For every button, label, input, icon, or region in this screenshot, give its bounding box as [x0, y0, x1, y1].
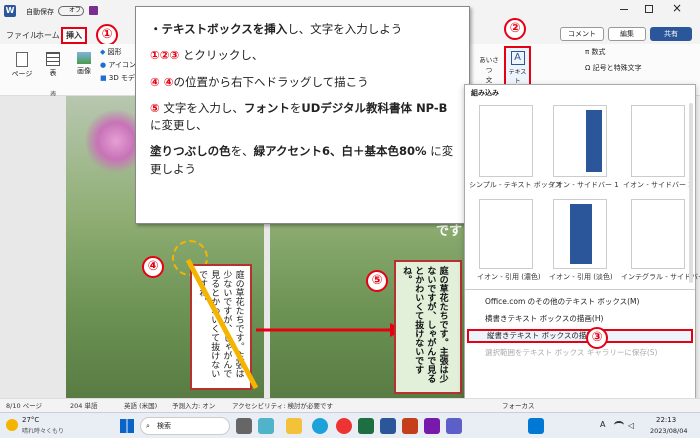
sidebar-band [586, 110, 602, 172]
table-button[interactable]: 表 [44, 52, 62, 78]
maximize-button[interactable] [645, 5, 653, 13]
instruction-line-5: 塗りつぶしの色を、緑アクセント6、白＋基本色80% に変更しよう [150, 144, 454, 176]
thumb-label-1: シンプル - テキスト ボックス [469, 181, 562, 189]
symbol-button[interactable]: Ω 記号と特殊文字 [585, 63, 642, 73]
drag-arrow [185, 258, 259, 390]
vscode-icon[interactable] [528, 418, 544, 434]
search-box[interactable]: ⌕ 検索 [140, 417, 230, 435]
thumb-label-4: イオン - 引用 (濃色) [477, 273, 541, 281]
textbox-icon: A [510, 51, 525, 65]
thumb-integral-sidebar[interactable] [631, 199, 685, 269]
taskbar: 27°C 晴れ時々くもり ⌕ 検索 A ◁ 22:13 2023/08/04 [0, 412, 700, 438]
clock-date[interactable]: 2023/08/04 [650, 427, 687, 435]
word-icon[interactable] [380, 418, 396, 434]
thumb-simple-textbox[interactable] [479, 105, 533, 177]
weather-icon [6, 419, 18, 431]
equation-button[interactable]: π 数式 [585, 47, 605, 57]
ime-indicator[interactable]: A [600, 420, 605, 429]
share-button[interactable]: 共有 [650, 27, 692, 41]
start-button[interactable] [120, 419, 134, 433]
transition-arrow [256, 323, 404, 337]
minimize-button[interactable] [620, 9, 628, 10]
edit-button[interactable]: 編集 [608, 27, 646, 41]
aisatsu-button[interactable]: あいさつ 文 [478, 54, 500, 84]
word-logo-icon: W [4, 5, 16, 17]
thumb-label-2: イオン - サイドバー 1 [549, 181, 619, 189]
autosave-label: 自動保存 [26, 8, 54, 16]
thumb-label-3: イオン - サイドバー 2 [623, 181, 693, 189]
instruction-line-1: ・テキストボックスを挿入し、文字を入力しよう [150, 22, 403, 36]
status-accessibility[interactable]: アクセシビリティ: 検討が必要です [232, 399, 333, 413]
onenote-icon[interactable] [424, 418, 440, 434]
status-focus[interactable]: フォーカス [502, 399, 535, 413]
menu-save-selection: 選択範囲をテキスト ボックス ギャラリーに保存(S) [485, 348, 658, 357]
chrome-icon[interactable] [336, 418, 352, 434]
comment-button[interactable]: コメント [560, 27, 604, 41]
quote-band [570, 204, 592, 264]
tab-file[interactable]: ファイル [6, 30, 38, 41]
poem-text-right: 庭の草花たちです。主張は少ないですが、しゃがんで見るとかわいくて抜けないですね。 [401, 266, 448, 383]
widgets-icon[interactable] [258, 418, 274, 434]
pi-icon: π [585, 48, 590, 56]
volume-icon[interactable]: ◁ [628, 421, 634, 430]
menu-draw-vertical[interactable]: 縦書きテキスト ボックスの描画(V) [467, 329, 693, 343]
search-icon: ⌕ [146, 422, 150, 430]
edge-icon[interactable] [312, 418, 328, 434]
clock-time[interactable]: 22:13 [656, 416, 676, 424]
table-icon [46, 52, 60, 66]
powerpoint-icon[interactable] [402, 418, 418, 434]
tab-home[interactable]: ホーム [36, 30, 60, 41]
autosave-toggle[interactable]: オフ [58, 6, 84, 16]
instruction-balloon: ・テキストボックスを挿入し、文字を入力しよう ①②③ とクリックし、 ④ ④の位… [135, 6, 470, 224]
explorer-icon[interactable] [286, 418, 302, 434]
thumb-ion-sidebar-2[interactable] [631, 105, 685, 177]
teams-icon[interactable] [446, 418, 462, 434]
callout-5: ⑤ [366, 270, 388, 292]
weather-temp: 27°C [22, 416, 40, 424]
icons-button[interactable]: ● アイコン [100, 60, 136, 70]
image-icon [77, 52, 91, 64]
gallery-scrollbar[interactable] [689, 103, 693, 283]
excel-icon[interactable] [358, 418, 374, 434]
menu-draw-horizontal[interactable]: 横書きテキスト ボックスの描画(H) [467, 312, 693, 326]
thumb-ion-quote-dark[interactable] [479, 199, 533, 269]
gallery-divider [465, 289, 695, 290]
close-button[interactable]: × [672, 1, 682, 15]
instruction-line-3: ④ ④の位置から右下へドラッグして描こう [150, 74, 369, 89]
page-button[interactable]: ページ [10, 52, 34, 79]
menu-more-textboxes[interactable]: Office.com のその他のテキスト ボックス(M) [467, 295, 693, 309]
omega-icon: Ω [585, 64, 591, 72]
callout-3: ③ [586, 327, 608, 349]
wifi-icon[interactable] [614, 421, 624, 429]
cube-icon: ■ [100, 74, 107, 82]
instruction-line-4: ⑤ 文字を入力し、フォントをUDデジタル教科書体 NP-B に変更し、 [150, 100, 448, 132]
thumb-label-5: イオン - 引用 (淡色) [549, 273, 613, 281]
shapes-icon: ◆ [100, 48, 106, 56]
gallery-header: 組み込み [471, 89, 499, 97]
status-bar: 8/10 ページ 204 単語 英語 (米国) 予測入力: オン アクセシビリテ… [0, 398, 700, 412]
callout-4: ④ [142, 256, 164, 278]
status-page[interactable]: 8/10 ページ [6, 399, 42, 413]
image-button[interactable]: 画像 [74, 52, 94, 76]
icons-icon: ● [100, 61, 107, 69]
save-icon[interactable] [89, 6, 98, 15]
weather-desc: 晴れ時々くもり [22, 428, 65, 435]
instruction-line-2: ①②③ とクリックし、 [150, 48, 264, 63]
task-view-icon[interactable] [236, 418, 252, 434]
status-language[interactable]: 英語 (米国) [124, 399, 157, 413]
callout-1: ① [96, 24, 118, 46]
page-icon [16, 52, 28, 67]
callout-2: ② [504, 18, 526, 40]
status-words[interactable]: 204 単語 [70, 399, 97, 413]
status-predict[interactable]: 予測入力: オン [172, 399, 215, 413]
tab-insert[interactable]: 挿入 [61, 27, 87, 44]
textbox-gallery: 組み込み シンプル - テキスト ボックス イオン - サイドバー 1 イオン … [464, 84, 700, 414]
poem-textbox-right[interactable]: 庭の草花たちです。主張は少ないですが、しゃがんで見るとかわいくて抜けないですね。 [394, 260, 462, 394]
shapes-button[interactable]: ◆ 図形 [100, 47, 122, 57]
thumb-ion-sidebar-1[interactable] [553, 105, 607, 177]
thumb-ion-quote-light[interactable] [553, 199, 607, 269]
